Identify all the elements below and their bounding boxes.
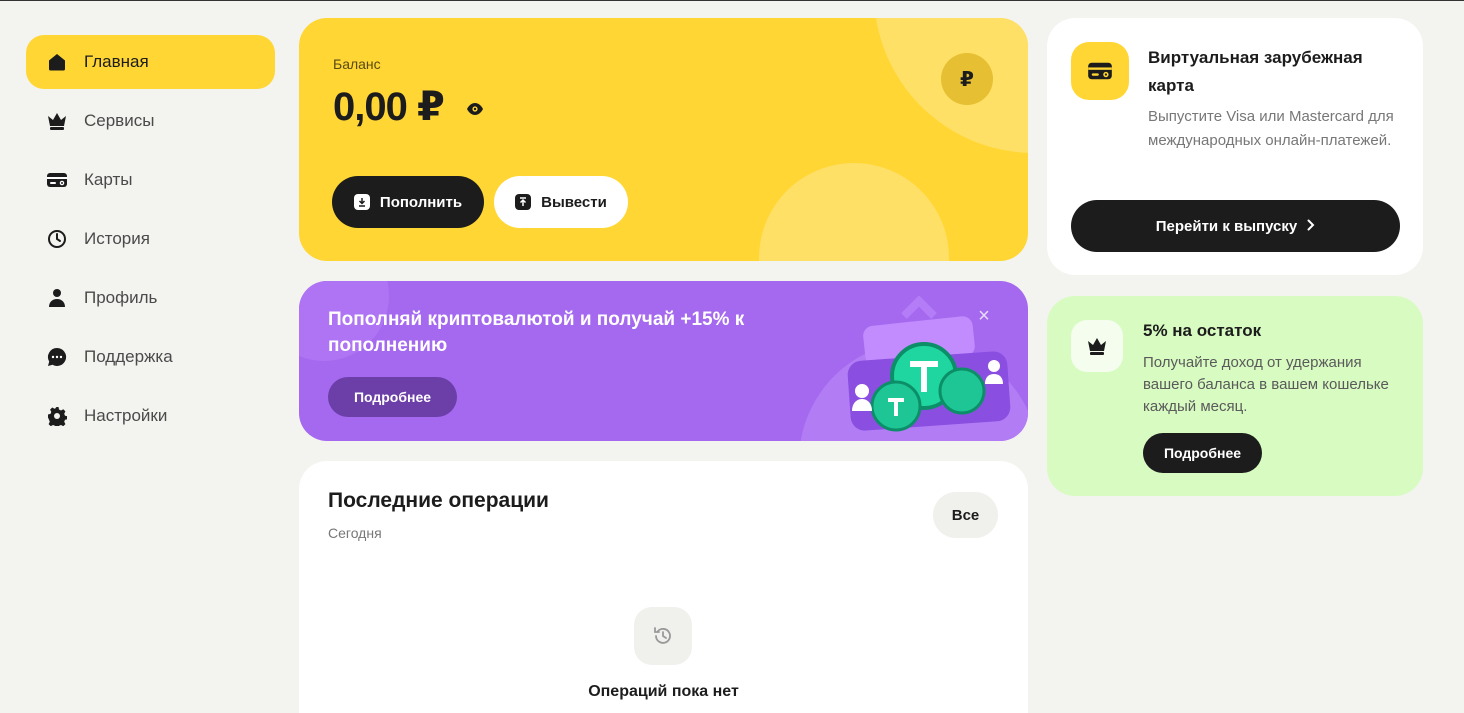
virtual-card-title: Виртуальная зарубежная карта xyxy=(1148,48,1363,95)
crypto-promo-banner[interactable]: Пополняй криптовалютой и получай +15% к … xyxy=(299,281,1028,441)
balance-value: 0,00 ₽ xyxy=(333,85,445,129)
chat-icon xyxy=(46,346,68,368)
operations-all-button[interactable]: Все xyxy=(933,492,998,538)
sidebar-item-history[interactable]: История xyxy=(26,212,275,266)
user-icon xyxy=(46,287,68,309)
decor-circle xyxy=(759,163,949,261)
operations-empty-text: Операций пока нет xyxy=(588,683,739,700)
chevron-right-icon xyxy=(1307,218,1315,235)
sidebar-item-support[interactable]: Поддержка xyxy=(26,330,275,384)
promo-title: Пополняй криптовалютой и получай +15% к … xyxy=(328,309,745,356)
topup-button[interactable]: Пополнить xyxy=(332,176,484,228)
gear-icon xyxy=(46,405,68,427)
home-icon xyxy=(46,51,68,73)
virtual-card-offer: Виртуальная зарубежная карта Выпустите V… xyxy=(1047,18,1423,275)
sidebar-item-home[interactable]: Главная xyxy=(26,35,275,89)
interest-more-button[interactable]: Подробнее xyxy=(1143,433,1262,473)
card-icon xyxy=(46,169,68,191)
sidebar-item-label: Главная xyxy=(84,52,149,71)
sidebar-item-label: Карты xyxy=(84,170,133,189)
sidebar-item-profile[interactable]: Профиль xyxy=(26,271,275,325)
sidebar-item-label: Сервисы xyxy=(84,111,155,130)
gift-coins-illustration xyxy=(847,296,1011,432)
crown-icon xyxy=(1071,320,1123,372)
interest-title: 5% на остаток xyxy=(1143,321,1262,340)
sidebar-item-services[interactable]: Сервисы xyxy=(26,94,275,148)
topup-label: Пополнить xyxy=(379,193,463,211)
sidebar-item-label: Настройки xyxy=(84,406,168,425)
issue-card-label: Перейти к выпуску xyxy=(1155,217,1298,235)
sidebar-item-label: Поддержка xyxy=(84,347,173,366)
promo-more-button[interactable]: Подробнее xyxy=(328,377,457,417)
history-icon xyxy=(634,607,692,665)
currency-badge[interactable]: ₽ xyxy=(941,53,993,105)
balance-label: Баланс xyxy=(333,56,381,72)
crown-icon xyxy=(46,110,68,132)
interest-description: Получайте доход от удержания вашего бала… xyxy=(1143,354,1389,415)
sidebar-item-label: Профиль xyxy=(84,288,158,307)
history-icon xyxy=(46,228,68,250)
close-icon[interactable]: × xyxy=(975,306,993,326)
sidebar: Главная Сервисы Карты История Профиль По… xyxy=(26,35,275,448)
withdraw-button[interactable]: Вывести xyxy=(494,176,628,228)
operations-title: Последние операции xyxy=(328,489,549,512)
card-icon xyxy=(1071,42,1129,100)
balance-card: Баланс 0,00 ₽ ₽ Пополнить Вывести xyxy=(299,18,1028,261)
virtual-card-description: Выпустите Visa или Mastercard для междун… xyxy=(1148,108,1394,149)
sidebar-item-cards[interactable]: Карты xyxy=(26,153,275,207)
withdraw-label: Вывести xyxy=(541,193,607,211)
sidebar-item-label: История xyxy=(84,229,150,248)
eye-icon[interactable] xyxy=(466,100,484,118)
interest-offer-card: 5% на остаток Получайте доход от удержан… xyxy=(1047,296,1423,496)
recent-operations-card: Последние операции Сегодня Все Операций … xyxy=(299,461,1028,713)
sidebar-item-settings[interactable]: Настройки xyxy=(26,389,275,443)
issue-card-button[interactable]: Перейти к выпуску xyxy=(1071,200,1400,252)
operations-date: Сегодня xyxy=(328,525,382,541)
download-icon xyxy=(353,194,370,210)
upload-icon xyxy=(515,194,532,210)
